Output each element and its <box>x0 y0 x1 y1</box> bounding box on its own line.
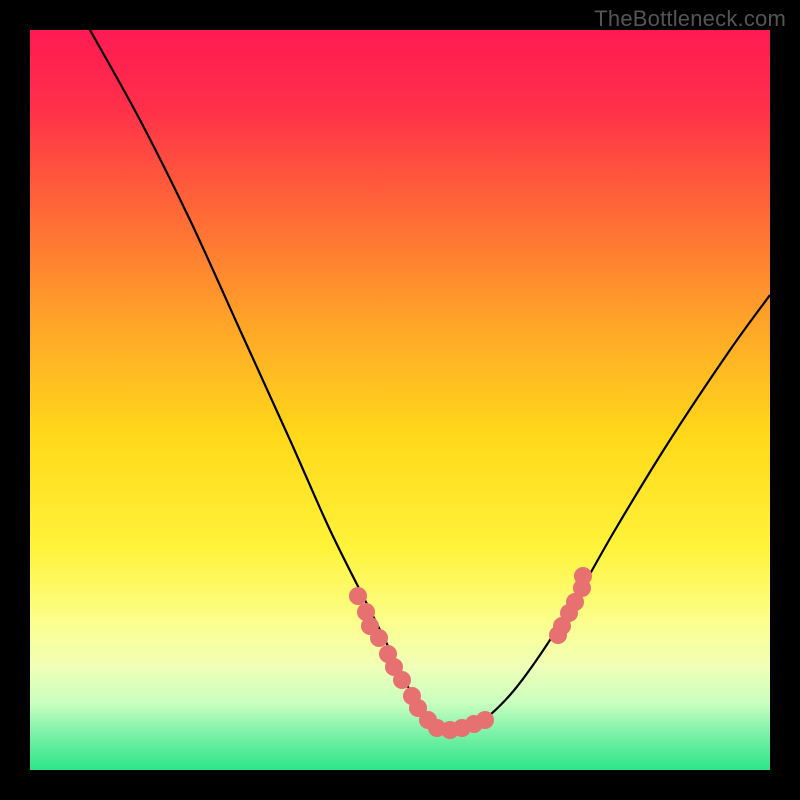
marker-dot <box>370 629 388 647</box>
marker-dot <box>349 587 367 605</box>
marker-dot <box>574 567 592 585</box>
gradient-background <box>30 30 770 770</box>
marker-dot <box>393 671 411 689</box>
chart-svg <box>30 30 770 770</box>
marker-dot <box>476 711 494 729</box>
plot-area <box>30 30 770 770</box>
chart-container: TheBottleneck.com <box>0 0 800 800</box>
watermark-text: TheBottleneck.com <box>594 6 786 32</box>
